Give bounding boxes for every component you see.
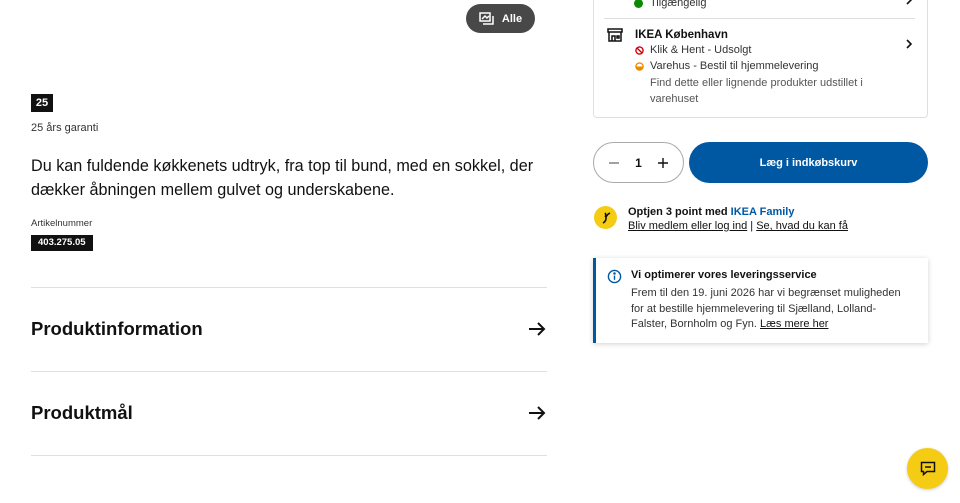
decrease-quantity-button[interactable] bbox=[608, 157, 620, 169]
delivery-notice: Vi optimerer vores leveringsservice Frem… bbox=[593, 258, 928, 343]
accordion-title: Produktmål bbox=[31, 402, 133, 423]
unavailable-icon bbox=[635, 45, 644, 55]
warehouse-text: Varehus - Bestil til hjemmelevering bbox=[650, 60, 819, 72]
chevron-right-icon[interactable] bbox=[905, 0, 913, 5]
warranty-badge: 25 bbox=[31, 94, 53, 112]
info-icon bbox=[607, 269, 622, 284]
showroom-note: Find dette eller lignende produkter udst… bbox=[650, 77, 863, 105]
article-number-label: Artikelnummer bbox=[31, 218, 93, 229]
notice-body: Frem til den 19. juni 2026 har vi begræn… bbox=[631, 287, 901, 330]
partial-availability-icon bbox=[635, 61, 644, 71]
product-details: Alle 25 25 års garanti Du kan fuldende k… bbox=[31, 0, 547, 503]
availability-card[interactable]: Tilgængelig IKEA København Klik & Hent -… bbox=[593, 0, 928, 118]
divider bbox=[604, 18, 915, 19]
store-icon bbox=[607, 28, 623, 42]
warehouse-status: Varehus - Bestil til hjemmelevering bbox=[635, 60, 819, 72]
all-media-button[interactable]: Alle bbox=[466, 4, 535, 33]
quantity-value[interactable]: 1 bbox=[635, 156, 642, 170]
chat-button[interactable] bbox=[907, 448, 948, 489]
accordion-title: Produktinformation bbox=[31, 318, 203, 339]
click-collect-text: Klik & Hent - Udsolgt bbox=[650, 44, 752, 56]
all-media-label: Alle bbox=[501, 12, 523, 25]
quantity-stepper[interactable]: 1 bbox=[593, 142, 684, 183]
product-description: Du kan fuldende køkkenets udtryk, fra to… bbox=[31, 157, 534, 199]
join-login-link[interactable]: Bliv medlem eller log ind bbox=[628, 220, 747, 232]
status-green-dot-icon bbox=[634, 0, 643, 8]
click-collect-status: Klik & Hent - Udsolgt bbox=[635, 44, 751, 56]
online-availability: Tilgængelig bbox=[634, 0, 706, 9]
add-to-cart-button[interactable]: Læg i indkøbskurv bbox=[689, 142, 928, 183]
arrow-right-icon bbox=[529, 406, 546, 420]
see-benefits-link[interactable]: Se, hvad du kan få bbox=[756, 220, 848, 232]
accordion-product-dimensions[interactable]: Produktmål bbox=[31, 371, 547, 455]
increase-quantity-button[interactable] bbox=[657, 157, 669, 169]
family-points-text: Optjen 3 point med IKEA Family bbox=[628, 206, 795, 218]
store-name: IKEA København bbox=[635, 29, 728, 41]
chat-icon bbox=[920, 461, 935, 476]
arrow-right-icon bbox=[529, 322, 546, 336]
ikea-family-icon bbox=[594, 206, 617, 229]
notice-title: Vi optimerer vores leveringsservice bbox=[631, 269, 817, 281]
plus-icon bbox=[658, 157, 668, 168]
article-number: 403.275.05 bbox=[31, 235, 93, 251]
divider bbox=[31, 455, 547, 456]
warranty-text: 25 års garanti bbox=[31, 122, 99, 134]
accordion-product-information[interactable]: Produktinformation bbox=[31, 287, 547, 371]
family-links: Bliv medlem eller log ind | Se, hvad du … bbox=[628, 220, 848, 232]
minus-icon bbox=[609, 161, 619, 164]
online-status: Tilgængelig bbox=[650, 0, 707, 9]
read-more-link[interactable]: Læs mere her bbox=[760, 318, 828, 330]
gallery-icon bbox=[479, 11, 494, 25]
chevron-right-icon[interactable] bbox=[905, 39, 913, 49]
ikea-family-link[interactable]: IKEA Family bbox=[731, 206, 795, 218]
